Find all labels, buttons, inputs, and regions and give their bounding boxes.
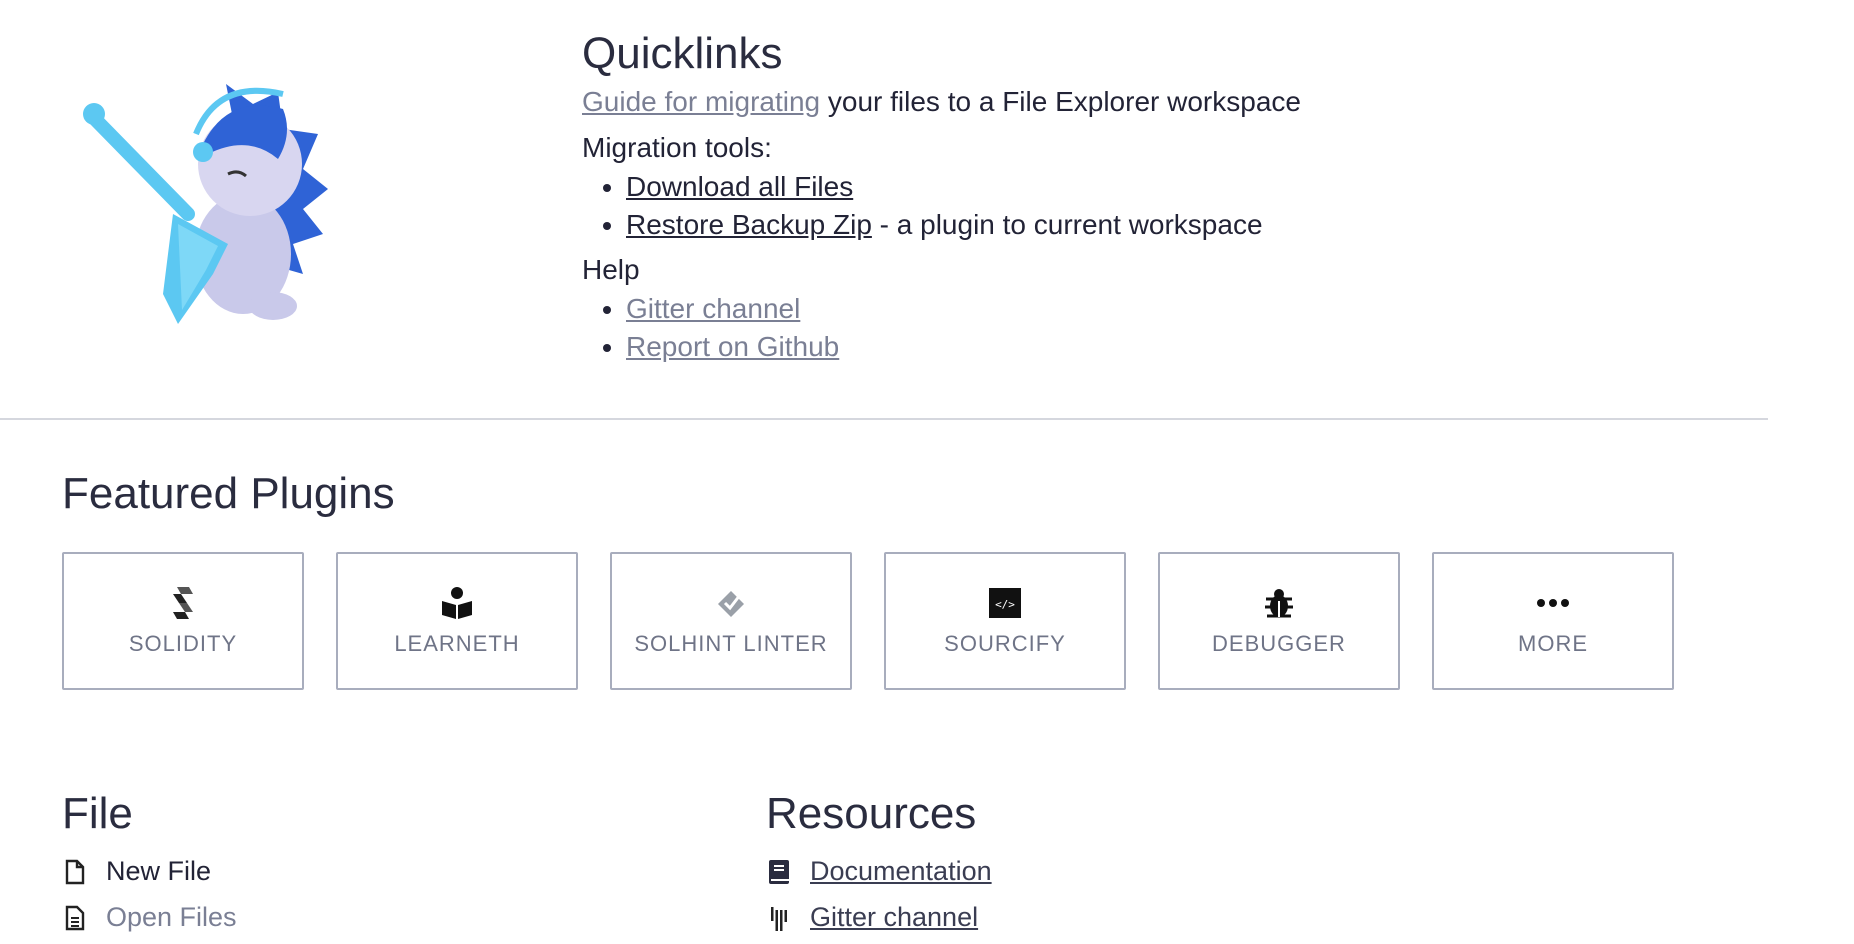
help-label: Help: [582, 254, 640, 285]
migration-item: Download all Files: [626, 168, 1482, 206]
solidity-icon: [165, 585, 201, 621]
migration-item: Restore Backup Zip - a plugin to current…: [626, 206, 1482, 244]
featured-plugins-title: Featured Plugins: [62, 469, 395, 518]
guide-migrating-link[interactable]: Guide for migrating: [582, 86, 820, 117]
gitter-icon: [766, 903, 792, 933]
guide-line-text: your files to a File Explorer workspace: [820, 86, 1301, 117]
gitter-channel-link[interactable]: Gitter channel: [626, 293, 800, 324]
quicklinks-title: Quicklinks: [582, 29, 783, 78]
download-all-files-link[interactable]: Download all Files: [626, 171, 853, 202]
file-icon: [62, 857, 88, 887]
help-item: Gitter channel: [626, 290, 1482, 328]
plugin-label: SOURCIFY: [944, 631, 1066, 656]
plugin-label: DEBUGGER: [1212, 631, 1346, 656]
ellipsis-icon: [1535, 585, 1571, 621]
plugin-sourcify-button[interactable]: </> SOURCIFY: [884, 552, 1126, 690]
report-github-link[interactable]: Report on Github: [626, 331, 839, 362]
plugin-label: LEARNETH: [394, 631, 520, 656]
migration-tools-label: Migration tools:: [582, 132, 772, 163]
plugin-solhint-button[interactable]: SOLHINT LINTER: [610, 552, 852, 690]
help-item: Report on Github: [626, 328, 1482, 366]
resources-section-title: Resources: [766, 789, 977, 838]
book-icon: [766, 857, 792, 887]
gitter-resource-link[interactable]: Gitter channel: [810, 902, 978, 933]
documentation-item[interactable]: Documentation: [766, 856, 992, 887]
plugin-label: SOLHINT LINTER: [634, 631, 828, 656]
gitter-resource-item[interactable]: Gitter channel: [766, 902, 978, 933]
quicklinks-section: Quicklinks Guide for migrating your file…: [0, 0, 1768, 420]
guide-line: Guide for migrating your files to a File…: [582, 82, 1482, 122]
file-section-title: File: [62, 789, 133, 838]
documentation-link[interactable]: Documentation: [810, 856, 992, 887]
help-list: Gitter channel Report on Github: [582, 290, 1482, 366]
remix-mascot-image: [83, 84, 328, 324]
new-file-label: New File: [106, 856, 212, 886]
check-diamond-icon: [713, 585, 749, 621]
bug-icon: [1261, 585, 1297, 621]
plugin-label: MORE: [1518, 631, 1588, 656]
migration-item-text: - a plugin to current workspace: [871, 209, 1263, 240]
plugin-more-button[interactable]: MORE: [1432, 552, 1674, 690]
migration-list: Download all Files Restore Backup Zip - …: [582, 168, 1482, 244]
quicklinks-panel: Quicklinks Guide for migrating your file…: [582, 28, 1482, 366]
plugin-learneth-button[interactable]: LEARNETH: [336, 552, 578, 690]
file-lines-icon: [62, 903, 88, 933]
plugin-label: SOLIDITY: [128, 631, 238, 656]
svg-text:</>: </>: [995, 598, 1015, 611]
book-reader-icon: [439, 585, 475, 621]
new-file-item[interactable]: New File: [62, 856, 211, 887]
plugin-debugger-button[interactable]: DEBUGGER: [1158, 552, 1400, 690]
plugin-solidity-button[interactable]: SOLIDITY: [62, 552, 304, 690]
open-files-label: Open Files: [106, 902, 237, 932]
restore-backup-zip-link[interactable]: Restore Backup Zip: [626, 209, 872, 240]
open-files-item[interactable]: Open Files: [62, 902, 237, 933]
code-box-icon: </>: [987, 585, 1023, 621]
featured-plugins-row: SOLIDITY LEARNETH SOLHINT LINTER </> SOU…: [62, 552, 1674, 690]
